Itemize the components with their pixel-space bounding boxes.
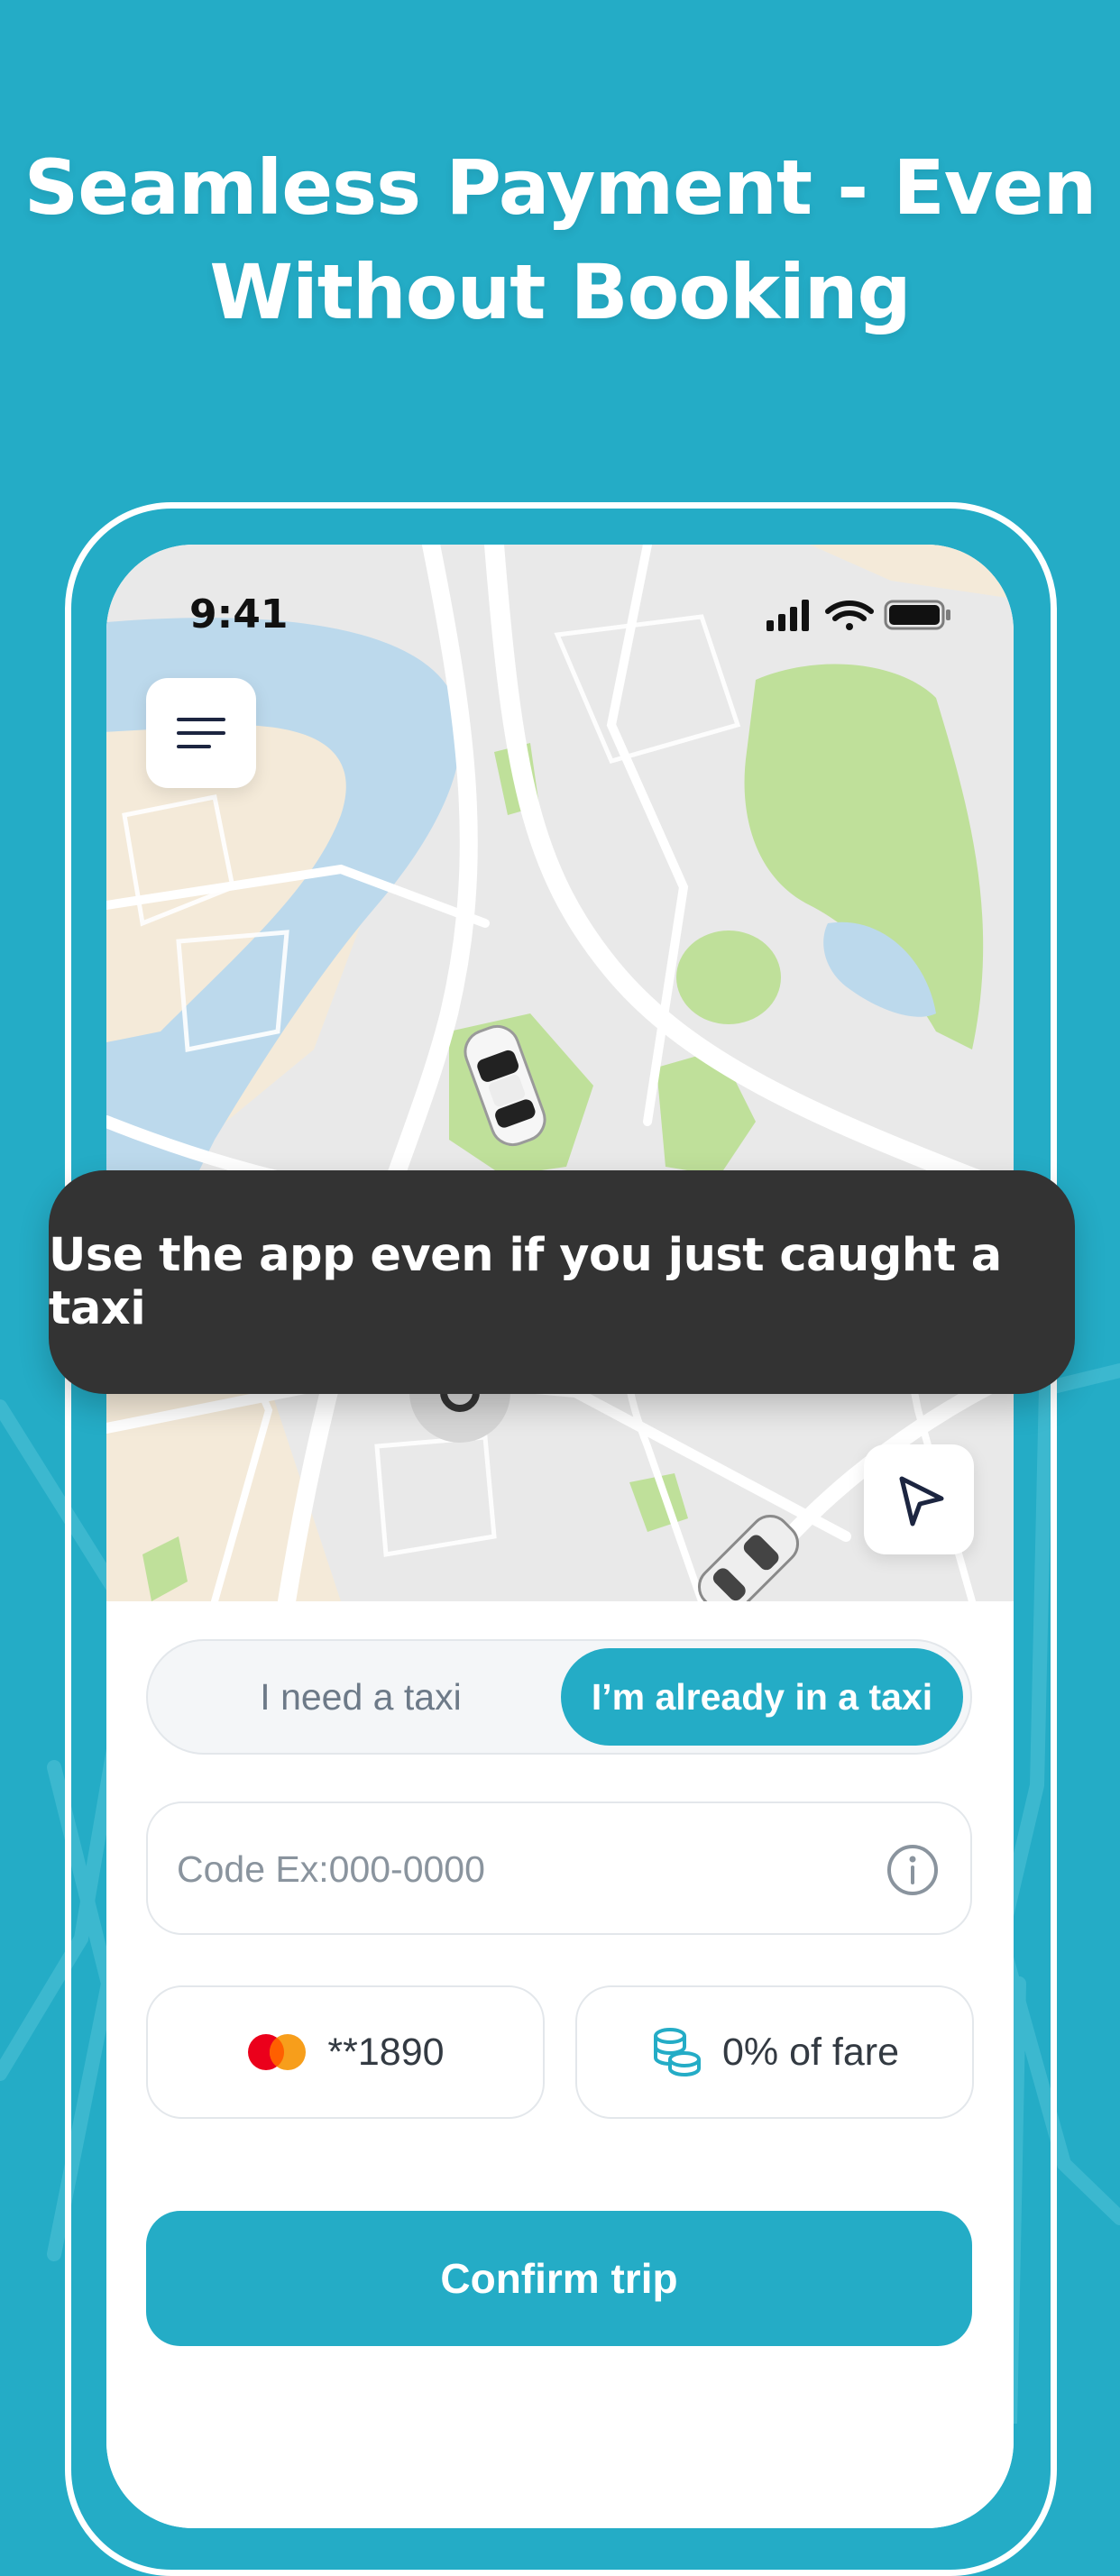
trip-code-field — [146, 1801, 972, 1935]
battery-icon — [884, 600, 950, 630]
card-number-label: **1890 — [327, 2030, 445, 2074]
menu-icon — [177, 718, 225, 748]
mastercard-icon — [248, 2034, 307, 2070]
headline-line-2: Without Booking — [209, 248, 911, 336]
payment-method-card[interactable]: **1890 — [146, 1985, 545, 2119]
option-need-taxi[interactable]: I need a taxi — [155, 1648, 566, 1746]
signal-icon — [767, 600, 809, 631]
headline-line-1: Seamless Payment - Even — [23, 143, 1097, 232]
fare-label: 0% of fare — [722, 2030, 899, 2074]
status-time: 9:41 — [189, 591, 289, 637]
status-icons — [767, 600, 950, 631]
locate-me-button[interactable] — [864, 1444, 974, 1554]
banner-text: Use the app even if you just caught a ta… — [49, 1229, 1002, 1335]
confirm-trip-button[interactable]: Confirm trip — [146, 2211, 972, 2346]
mode-toggle: I need a taxi I’m already in a taxi — [146, 1639, 972, 1755]
option-already-in-taxi[interactable]: I’m already in a taxi — [561, 1648, 963, 1746]
info-icon[interactable] — [886, 1843, 940, 1897]
phone-screen: 9:41 I need a taxi I’m already in a taxi… — [106, 545, 1014, 2528]
trip-code-input[interactable] — [175, 1830, 864, 1908]
menu-button[interactable] — [146, 678, 256, 788]
location-arrow-icon — [899, 1476, 944, 1526]
booking-sheet: I need a taxi I’m already in a taxi **18… — [106, 1601, 1014, 2528]
wifi-icon — [825, 600, 874, 630]
info-banner: Use the app even if you just caught a ta… — [49, 1170, 1075, 1394]
page-headline: Seamless Payment - Even Without Booking — [0, 135, 1120, 344]
fare-card[interactable]: 0% of fare — [575, 1985, 974, 2119]
coins-icon — [654, 2028, 701, 2077]
